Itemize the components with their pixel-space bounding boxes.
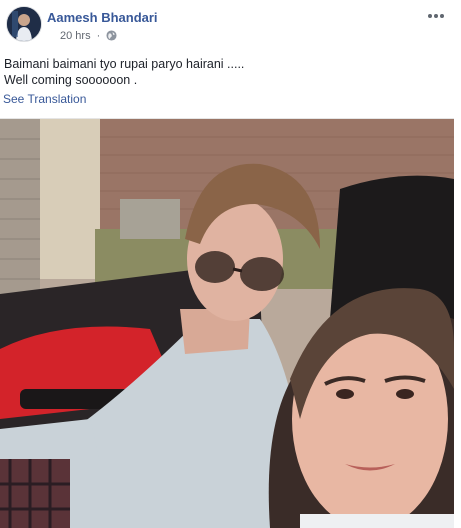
post-timestamp[interactable]: 20 hrs xyxy=(60,30,91,42)
more-options-icon[interactable] xyxy=(427,8,445,22)
post-text-line: Baimani baimani tyo rupai paryo hairani … xyxy=(4,57,245,71)
globe-icon[interactable] xyxy=(106,30,117,44)
author-avatar[interactable] xyxy=(6,6,42,42)
post-text: Baimani baimani tyo rupai paryo hairani … xyxy=(4,56,444,88)
post-meta: 20 hrs · xyxy=(60,30,117,44)
post-card: Aamesh Bhandari 20 hrs · Baimani baimani… xyxy=(0,0,461,528)
meta-separator: · xyxy=(96,30,101,42)
author-name-link[interactable]: Aamesh Bhandari xyxy=(47,10,158,25)
post-text-line: Well coming soooooon . xyxy=(4,73,138,87)
see-translation-link[interactable]: See Translation xyxy=(3,92,86,106)
post-photo[interactable] xyxy=(0,118,454,528)
post-header: Aamesh Bhandari 20 hrs · xyxy=(0,0,461,52)
